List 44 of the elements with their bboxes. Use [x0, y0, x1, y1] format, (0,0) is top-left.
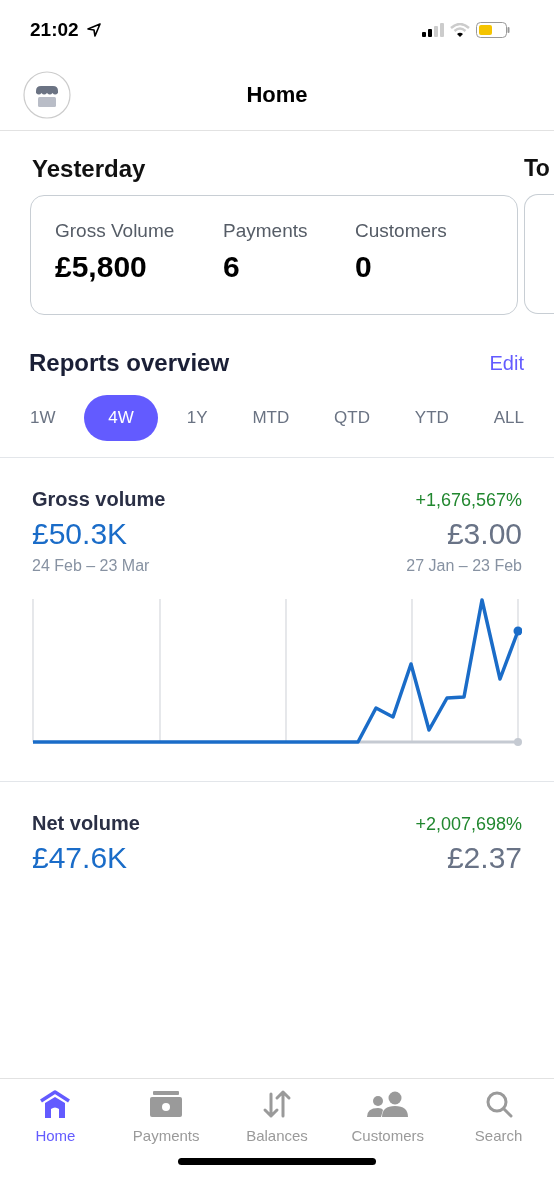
stat-value: £5,800 — [55, 250, 148, 284]
up-down-arrows-icon — [262, 1089, 292, 1119]
home-icon — [39, 1089, 72, 1119]
wifi-icon — [450, 23, 470, 37]
section-title: Yesterday — [32, 155, 147, 183]
stat-label: Payments — [223, 220, 309, 242]
status-time: 21:02 — [30, 19, 79, 41]
date-range: 24 Feb – 23 Mar — [32, 557, 150, 575]
metric-change: +1,676,567% — [415, 490, 522, 511]
page-title: Home — [246, 82, 308, 108]
metric-title: Net volume — [32, 812, 140, 835]
edit-link[interactable]: Edit — [489, 351, 524, 375]
stat-label: Gross Volume — [55, 220, 176, 242]
period-tab[interactable]: 1W — [14, 395, 72, 441]
metric-title: Gross volume — [32, 488, 166, 511]
search-icon — [484, 1089, 513, 1119]
cash-icon — [149, 1089, 184, 1119]
store-avatar-icon[interactable] — [23, 71, 71, 119]
tab-bar-item[interactable]: Home — [0, 1089, 111, 1158]
period-tab[interactable]: MTD — [236, 395, 306, 441]
stat-value: 6 — [223, 250, 241, 284]
tab-bar-item[interactable]: Customers — [332, 1089, 444, 1158]
battery-icon — [476, 22, 510, 38]
tab-bar-item[interactable]: Search — [443, 1089, 554, 1158]
section-title: Reports overview — [29, 349, 230, 377]
period-tab[interactable]: 4W — [84, 395, 158, 441]
period-tab[interactable]: YTD — [398, 395, 465, 441]
signal-icon — [422, 23, 444, 37]
previous-value: £3.00 — [446, 517, 522, 551]
tab-bar-item[interactable]: Payments — [110, 1089, 222, 1158]
stat-label: Customers — [355, 220, 447, 242]
tab-bar-item[interactable]: Balances — [221, 1089, 333, 1158]
metric-value: £50.3K — [32, 517, 128, 551]
location-arrow-icon — [86, 23, 101, 37]
people-icon — [365, 1089, 410, 1119]
period-tab[interactable]: QTD — [318, 395, 386, 441]
section-title: To — [524, 155, 551, 182]
metric-value: £47.6K — [32, 841, 128, 875]
period-tab[interactable]: 1Y — [170, 395, 224, 441]
stat-value: 0 — [355, 250, 373, 284]
previous-date-range: 27 Jan – 23 Feb — [406, 557, 522, 575]
previous-value: £2.37 — [446, 841, 522, 875]
period-tab[interactable]: ALL — [477, 395, 540, 441]
metric-change: +2,007,698% — [415, 814, 522, 835]
